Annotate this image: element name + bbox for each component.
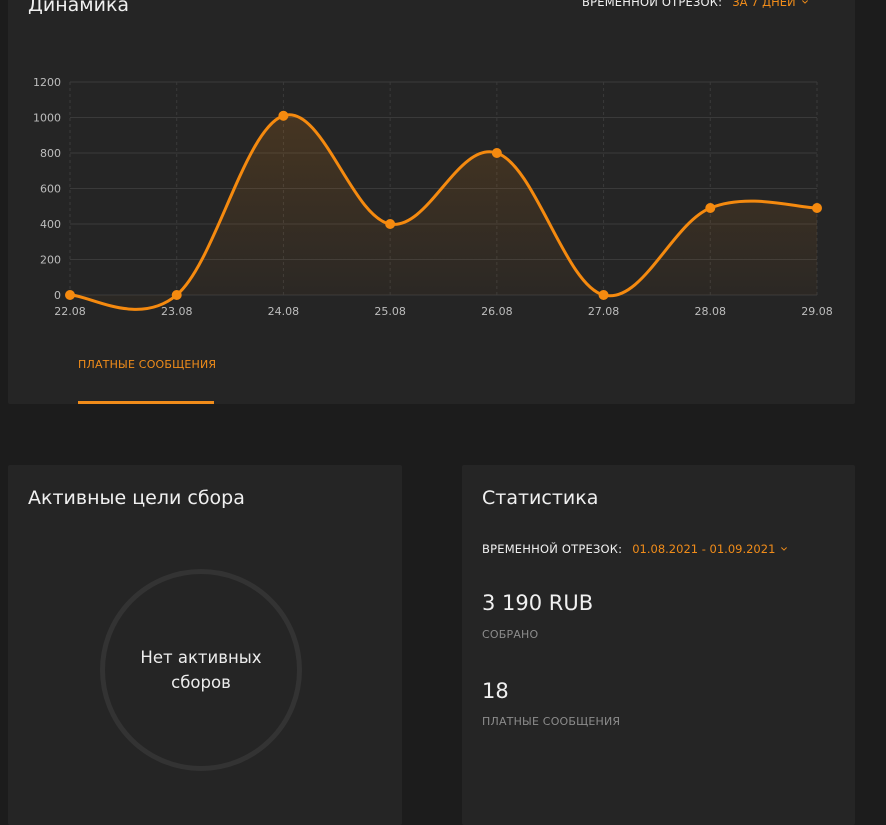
collected-label: СОБРАНО <box>482 628 539 641</box>
x-tick-label: 29.08 <box>801 305 833 318</box>
empty-goals-ring: Нет активных сборов <box>100 569 302 771</box>
dynamics-chart: 0 200 400 600 800 1000 1200 22.08 23.08 24.08 25.0… <box>33 76 833 318</box>
data-point <box>385 219 396 229</box>
y-tick-label: 1000 <box>33 112 61 125</box>
x-tick-label: 23.08 <box>161 305 193 318</box>
x-tick-label: 22.08 <box>54 305 86 318</box>
data-point <box>705 203 716 214</box>
tab-active-indicator <box>78 401 214 404</box>
x-tick-label: 28.08 <box>695 305 727 318</box>
empty-goals-text: Нет активных сборов <box>140 648 262 692</box>
statistics-title: Статистика <box>482 487 599 509</box>
dynamics-card: Динамика ВРЕМЕННОЙ ОТРЕЗОК: ЗА 7 ДНЕЙ 02… <box>8 0 855 404</box>
y-tick-label: 1200 <box>33 76 61 89</box>
active-goals-card: Активные цели сбора Нет активных сборов <box>8 465 402 825</box>
data-point <box>171 290 182 300</box>
data-point <box>491 148 502 158</box>
y-tick-label: 800 <box>40 147 61 160</box>
x-tick-label: 24.08 <box>268 305 300 318</box>
stats-period-selector[interactable]: ВРЕМЕННОЙ ОТРЕЗОК: 01.08.2021 - 01.09.20… <box>482 542 788 556</box>
chevron-down-icon <box>781 547 788 551</box>
data-point <box>598 290 609 300</box>
y-tick-label: 400 <box>40 218 61 231</box>
y-tick-label: 200 <box>40 254 61 267</box>
paid-messages-count: 18 <box>482 679 509 703</box>
stats-period-value: 01.08.2021 - 01.09.2021 <box>632 542 776 556</box>
stats-period-dropdown[interactable]: 01.08.2021 - 01.09.2021 <box>632 542 788 556</box>
collected-amount: 3 190 RUB <box>482 591 594 615</box>
x-tick-label: 26.08 <box>481 305 513 318</box>
y-tick-label: 0 <box>54 289 61 302</box>
data-point <box>812 203 822 214</box>
statistics-card: Статистика ВРЕМЕННОЙ ОТРЕЗОК: 01.08.2021… <box>462 465 855 825</box>
data-point <box>278 110 289 121</box>
paid-messages-label: ПЛАТНЫЕ СООБЩЕНИЯ <box>482 715 621 728</box>
active-goals-title: Активные цели сбора <box>28 487 245 509</box>
data-point <box>65 290 75 300</box>
tab-paid-messages[interactable]: ПЛАТНЫЕ СООБЩЕНИЯ <box>78 358 216 371</box>
y-tick-label: 600 <box>40 183 61 196</box>
x-tick-label: 25.08 <box>374 305 406 318</box>
x-tick-label: 27.08 <box>588 305 620 318</box>
stats-period-label: ВРЕМЕННОЙ ОТРЕЗОК: <box>482 542 623 556</box>
